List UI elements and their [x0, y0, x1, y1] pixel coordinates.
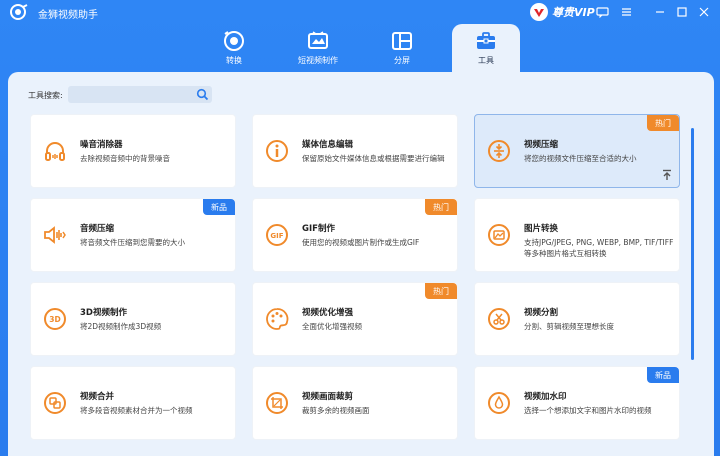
tool-card-video-watermark[interactable]: 视频加水印 选择一个想添加文字和图片水印的视频 新品 — [474, 366, 680, 440]
tab-split-screen[interactable]: 分屏 — [368, 24, 436, 74]
tool-desc: 裁剪多余的视频画面 — [302, 406, 370, 415]
chat-icon[interactable] — [594, 4, 610, 20]
app-title: 金狮视频助手 — [38, 10, 98, 21]
split-screen-icon — [392, 32, 412, 50]
tool-card-video-compress[interactable]: 视频压缩 将您的视频文件压缩至合适的大小 热门 — [474, 114, 680, 188]
tool-title: 噪音消除器 — [80, 140, 123, 150]
menu-icon[interactable] — [618, 4, 634, 20]
search-input[interactable] — [72, 88, 192, 101]
crop-icon — [266, 392, 288, 414]
tab-tools[interactable]: 工具 — [452, 24, 520, 76]
new-badge: 新品 — [647, 367, 679, 383]
vip-icon — [530, 3, 548, 21]
tab-convert[interactable]: 转换 — [200, 24, 268, 74]
new-badge: 新品 — [203, 199, 235, 215]
gif-icon: GIF — [266, 224, 288, 246]
tool-title: 视频压缩 — [524, 140, 559, 150]
tool-desc: 使用您的视频或图片制作或生成GIF — [302, 238, 420, 247]
tool-card-video-crop[interactable]: 视频画面裁剪 裁剪多余的视频画面 — [252, 366, 458, 440]
tool-title: 媒体信息编辑 — [302, 140, 354, 150]
scissors-icon — [488, 308, 510, 330]
tool-card-noise-remover[interactable]: 噪音消除器 去除视频音频中的背景噪音 — [30, 114, 236, 188]
tool-desc: 全面优化增强视频 — [302, 322, 362, 331]
tool-title: 视频合并 — [80, 392, 115, 402]
svg-text:3D: 3D — [49, 315, 60, 324]
hot-badge: 热门 — [647, 115, 679, 131]
close-icon[interactable] — [696, 4, 712, 20]
3d-icon: 3D — [44, 308, 66, 330]
search-box — [68, 86, 212, 103]
app-window: 金狮视频助手 尊贵VIP 转换 短视频制作 分屏 工具 工具搜索: 噪音消除器 … — [0, 0, 720, 456]
tool-desc: 将您的视频文件压缩至合适的大小 — [524, 154, 637, 163]
tool-card-audio-compress[interactable]: 音频压缩 将音频文件压缩到您需要的大小 新品 — [30, 198, 236, 272]
app-logo-icon — [10, 4, 28, 20]
convert-icon — [224, 31, 244, 51]
tool-card-gif-maker[interactable]: GIF GIF制作 使用您的视频或图片制作或生成GIF 热门 — [252, 198, 458, 272]
tool-card-video-enhance[interactable]: 视频优化增强 全面优化增强视频 热门 — [252, 282, 458, 356]
vip-button[interactable]: 尊贵VIP — [530, 3, 595, 21]
tool-desc: 去除视频音频中的背景噪音 — [80, 154, 170, 163]
svg-text:GIF: GIF — [270, 232, 283, 240]
tool-desc: 支持JPG/JPEG, PNG, WEBP, BMP, TIF/TIFF等多种图… — [524, 238, 674, 258]
tool-desc: 选择一个想添加文字和图片水印的视频 — [524, 406, 652, 415]
tab-short-video[interactable]: 短视频制作 — [284, 24, 352, 74]
audio-compress-icon — [44, 226, 66, 244]
tab-label: 分屏 — [394, 56, 410, 65]
tool-title: GIF制作 — [302, 224, 335, 234]
tool-title: 视频分割 — [524, 308, 559, 318]
tool-desc: 保留原始文件媒体信息或根据需要进行编辑 — [302, 154, 445, 163]
tool-card-image-convert[interactable]: 图片转换 支持JPG/JPEG, PNG, WEBP, BMP, TIF/TIF… — [474, 198, 680, 272]
scrollbar-thumb[interactable] — [691, 128, 694, 360]
title-bar: 金狮视频助手 尊贵VIP — [0, 0, 720, 24]
tool-title: 3D视频制作 — [80, 308, 127, 318]
tab-label: 转换 — [226, 56, 242, 65]
tool-card-3d-video[interactable]: 3D 3D视频制作 将2D视频制作成3D视频 — [30, 282, 236, 356]
compress-icon — [488, 140, 510, 162]
merge-icon — [44, 392, 66, 414]
tool-desc: 将多段音视频素材合并为一个视频 — [80, 406, 193, 415]
search-label: 工具搜索: — [28, 91, 63, 100]
minimize-icon[interactable] — [652, 4, 668, 20]
main-tabs: 转换 短视频制作 分屏 工具 — [0, 24, 720, 76]
tool-title: 音频压缩 — [80, 224, 115, 234]
tool-title: 视频优化增强 — [302, 308, 354, 318]
tool-title: 图片转换 — [524, 224, 559, 234]
vip-label: 尊贵VIP — [552, 6, 595, 19]
headphones-icon — [45, 142, 65, 161]
watermark-icon — [488, 392, 510, 414]
pin-to-top-icon[interactable] — [661, 169, 673, 181]
hot-badge: 热门 — [425, 283, 457, 299]
info-icon — [266, 140, 288, 162]
tool-desc: 将2D视频制作成3D视频 — [80, 322, 162, 331]
tool-desc: 分割、剪辑视频至理想长度 — [524, 322, 614, 331]
tool-card-video-merge[interactable]: 视频合并 将多段音视频素材合并为一个视频 — [30, 366, 236, 440]
tools-panel: 工具搜索: 噪音消除器 去除视频音频中的背景噪音 媒体信息编辑 保留原始文件媒体… — [8, 72, 714, 456]
palette-icon — [266, 308, 289, 330]
maximize-icon[interactable] — [674, 4, 690, 20]
image-convert-icon — [488, 224, 510, 246]
tool-card-video-split[interactable]: 视频分割 分割、剪辑视频至理想长度 — [474, 282, 680, 356]
hot-badge: 热门 — [425, 199, 457, 215]
tab-label: 短视频制作 — [298, 56, 338, 65]
short-video-icon — [308, 31, 328, 49]
tool-title: 视频加水印 — [524, 392, 567, 402]
search-icon[interactable] — [196, 88, 209, 101]
toolbox-icon — [477, 32, 495, 49]
tool-desc: 将音频文件压缩到您需要的大小 — [80, 238, 185, 247]
tab-label: 工具 — [478, 56, 494, 65]
tool-card-media-info[interactable]: 媒体信息编辑 保留原始文件媒体信息或根据需要进行编辑 — [252, 114, 458, 188]
tool-title: 视频画面裁剪 — [302, 392, 354, 402]
